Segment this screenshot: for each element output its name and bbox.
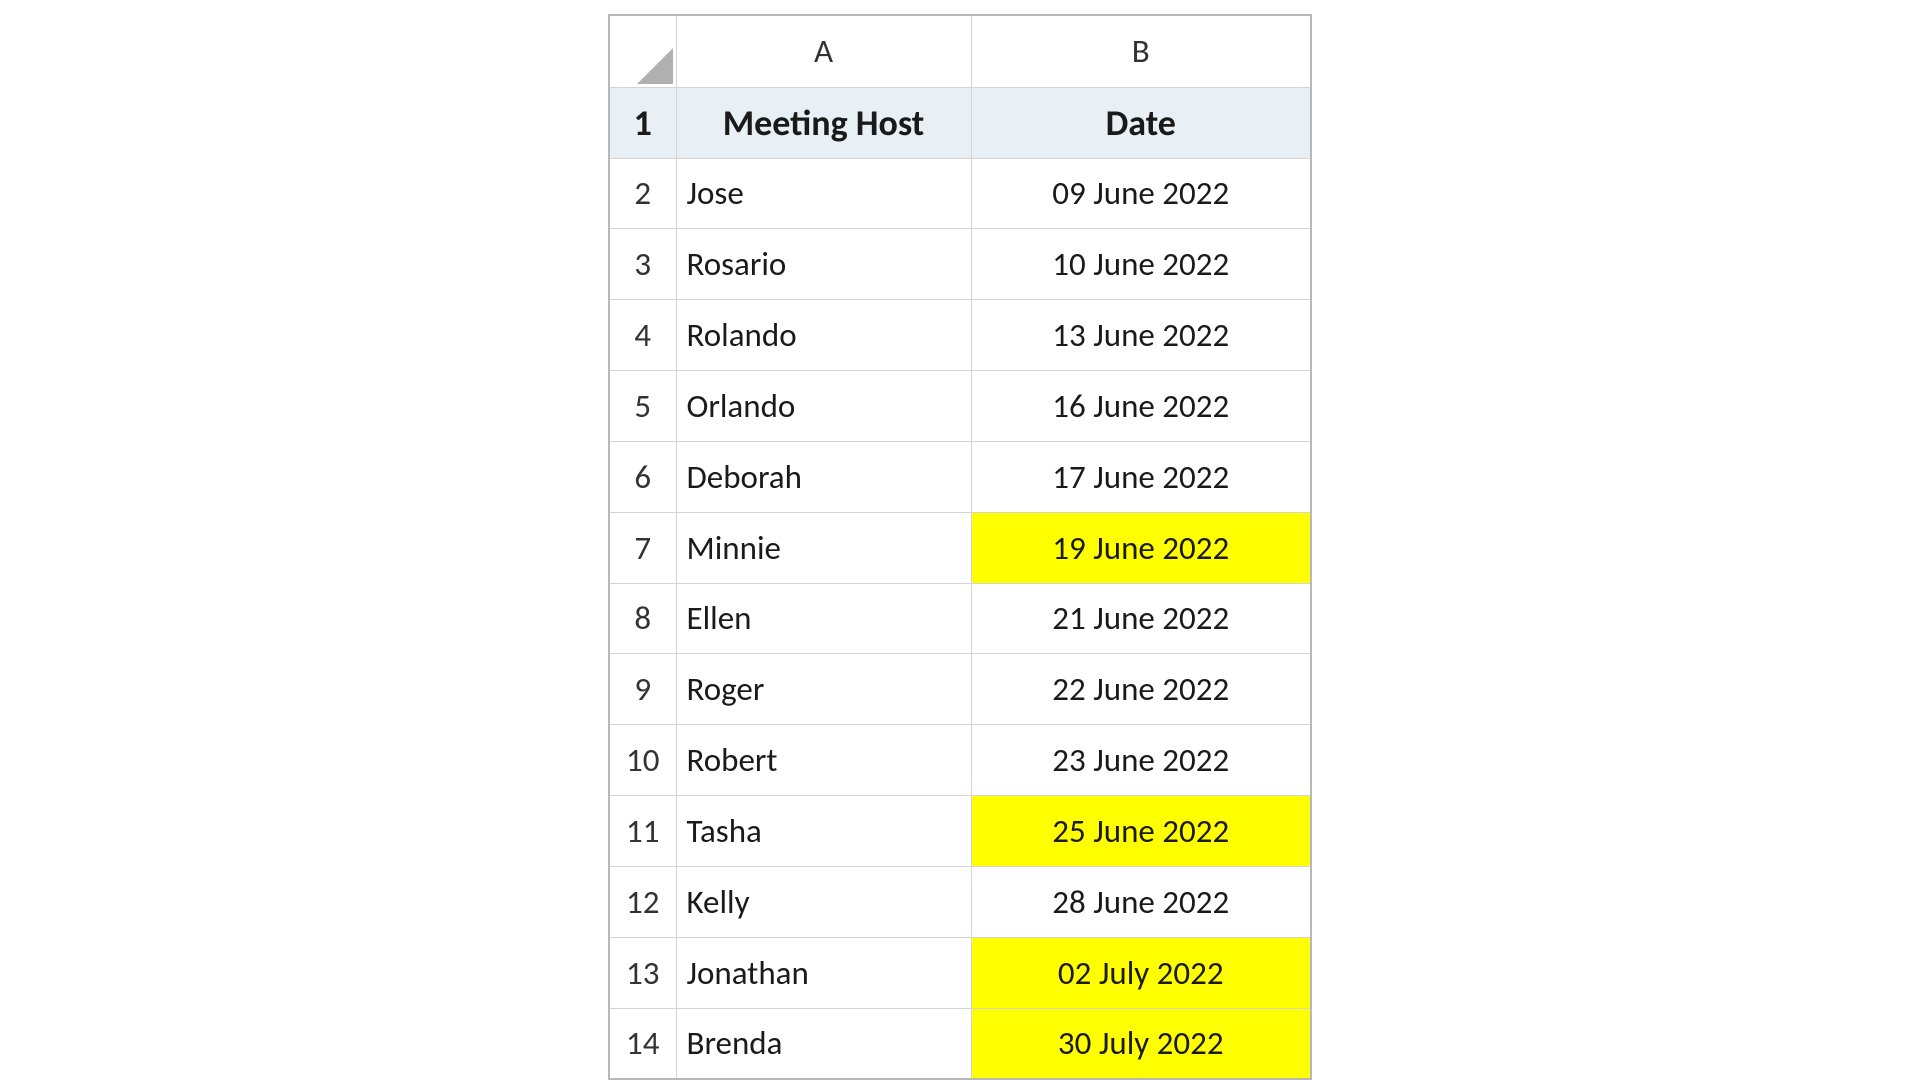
- header-cell-meeting-host[interactable]: Meeting Host: [676, 87, 971, 158]
- cell-host[interactable]: Tasha: [676, 796, 971, 867]
- cell-host[interactable]: Robert: [676, 725, 971, 796]
- row-header-13[interactable]: 13: [609, 937, 676, 1008]
- cell-date[interactable]: 23 June 2022: [971, 725, 1311, 796]
- cell-date[interactable]: 17 June 2022: [971, 441, 1311, 512]
- cell-date-highlighted[interactable]: 25 June 2022: [971, 796, 1311, 867]
- cell-date-highlighted[interactable]: 02 July 2022: [971, 937, 1311, 1008]
- table-row: 4 Rolando 13 June 2022: [609, 300, 1311, 371]
- cell-host[interactable]: Jonathan: [676, 937, 971, 1008]
- row-header-10[interactable]: 10: [609, 725, 676, 796]
- cell-host[interactable]: Jose: [676, 158, 971, 229]
- cell-host[interactable]: Deborah: [676, 441, 971, 512]
- column-header-row: A B: [609, 15, 1311, 87]
- header-cell-date[interactable]: Date: [971, 87, 1311, 158]
- row-header-5[interactable]: 5: [609, 371, 676, 442]
- cell-date[interactable]: 21 June 2022: [971, 583, 1311, 654]
- table-row: 11 Tasha 25 June 2022: [609, 796, 1311, 867]
- row-header-1[interactable]: 1: [609, 87, 676, 158]
- cell-host[interactable]: Roger: [676, 654, 971, 725]
- select-all-triangle-icon: [637, 48, 673, 84]
- table-row: 8 Ellen 21 June 2022: [609, 583, 1311, 654]
- row-header-4[interactable]: 4: [609, 300, 676, 371]
- table-row: 9 Roger 22 June 2022: [609, 654, 1311, 725]
- table-row: 14 Brenda 30 July 2022: [609, 1008, 1311, 1079]
- cell-host[interactable]: Minnie: [676, 512, 971, 583]
- row-header-6[interactable]: 6: [609, 441, 676, 512]
- cell-host[interactable]: Ellen: [676, 583, 971, 654]
- table-row: 5 Orlando 16 June 2022: [609, 371, 1311, 442]
- table-row: 3 Rosario 10 June 2022: [609, 229, 1311, 300]
- table-row: 12 Kelly 28 June 2022: [609, 866, 1311, 937]
- row-header-8[interactable]: 8: [609, 583, 676, 654]
- cell-host[interactable]: Rolando: [676, 300, 971, 371]
- row-header-7[interactable]: 7: [609, 512, 676, 583]
- cell-date-highlighted[interactable]: 19 June 2022: [971, 512, 1311, 583]
- cell-host[interactable]: Orlando: [676, 371, 971, 442]
- cell-date[interactable]: 16 June 2022: [971, 371, 1311, 442]
- cell-host[interactable]: Rosario: [676, 229, 971, 300]
- row-header-2[interactable]: 2: [609, 158, 676, 229]
- row-header-11[interactable]: 11: [609, 796, 676, 867]
- cell-date[interactable]: 22 June 2022: [971, 654, 1311, 725]
- row-header-3[interactable]: 3: [609, 229, 676, 300]
- cell-date[interactable]: 13 June 2022: [971, 300, 1311, 371]
- cell-host[interactable]: Kelly: [676, 866, 971, 937]
- select-all-corner[interactable]: [609, 15, 676, 87]
- row-header-12[interactable]: 12: [609, 866, 676, 937]
- cell-date[interactable]: 09 June 2022: [971, 158, 1311, 229]
- column-header-a[interactable]: A: [676, 15, 971, 87]
- cell-date-highlighted[interactable]: 30 July 2022: [971, 1008, 1311, 1079]
- cell-date[interactable]: 10 June 2022: [971, 229, 1311, 300]
- table-row: 1 Meeting Host Date: [609, 87, 1311, 158]
- table-row: 10 Robert 23 June 2022: [609, 725, 1311, 796]
- table-row: 6 Deborah 17 June 2022: [609, 441, 1311, 512]
- row-header-14[interactable]: 14: [609, 1008, 676, 1079]
- row-header-9[interactable]: 9: [609, 654, 676, 725]
- table-row: 7 Minnie 19 June 2022: [609, 512, 1311, 583]
- cell-date[interactable]: 28 June 2022: [971, 866, 1311, 937]
- column-header-b[interactable]: B: [971, 15, 1311, 87]
- table-row: 13 Jonathan 02 July 2022: [609, 937, 1311, 1008]
- spreadsheet-table: A B 1 Meeting Host Date 2 Jose 09 June 2…: [608, 14, 1312, 1080]
- cell-host[interactable]: Brenda: [676, 1008, 971, 1079]
- table-row: 2 Jose 09 June 2022: [609, 158, 1311, 229]
